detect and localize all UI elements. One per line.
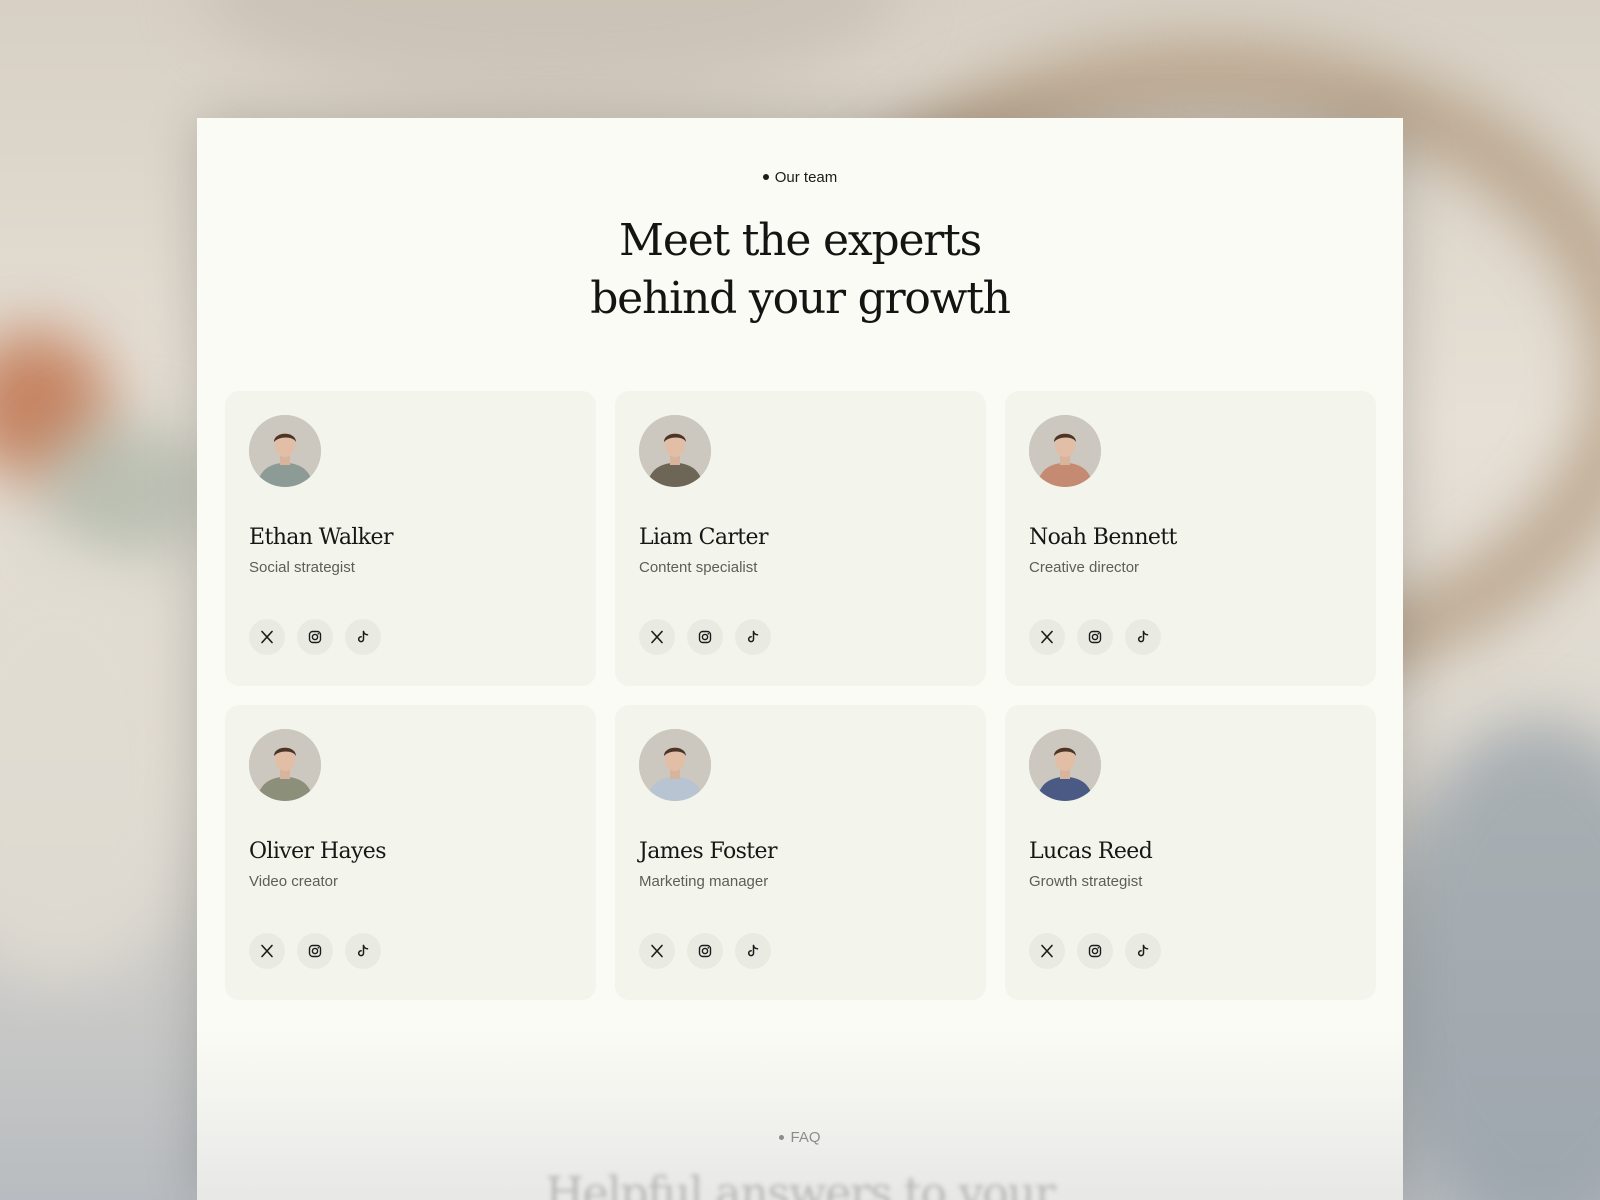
x-link-button[interactable] xyxy=(639,933,675,969)
avatar xyxy=(639,729,711,801)
faq-eyebrow-label: FAQ xyxy=(790,1129,821,1146)
member-role: Growth strategist xyxy=(1029,873,1143,890)
social-links xyxy=(1029,933,1161,969)
member-role: Marketing manager xyxy=(639,873,769,890)
avatar xyxy=(639,415,711,487)
tiktok-icon xyxy=(355,629,371,645)
team-card: Noah Bennett Creative director xyxy=(1005,391,1376,686)
member-name: James Foster xyxy=(639,839,777,864)
bullet-dot xyxy=(762,174,769,181)
team-card: James Foster Marketing manager xyxy=(615,705,986,1000)
x-icon xyxy=(649,943,665,959)
instagram-icon xyxy=(307,629,323,645)
member-name: Lucas Reed xyxy=(1029,839,1153,864)
tiktok-link-button[interactable] xyxy=(735,933,771,969)
x-link-button[interactable] xyxy=(249,933,285,969)
team-card: Liam Carter Content specialist xyxy=(615,391,986,686)
x-icon xyxy=(649,629,665,645)
team-grid: Ethan Walker Social strategist Liam Cart… xyxy=(225,391,1376,1000)
instagram-icon xyxy=(1087,943,1103,959)
instagram-icon xyxy=(1087,629,1103,645)
faq-heading: Helpful answers to your xyxy=(545,1168,1055,1200)
x-link-button[interactable] xyxy=(249,619,285,655)
instagram-link-button[interactable] xyxy=(1077,933,1113,969)
x-link-button[interactable] xyxy=(1029,619,1065,655)
team-card: Ethan Walker Social strategist xyxy=(225,391,596,686)
tiktok-icon xyxy=(745,629,761,645)
tiktok-icon xyxy=(1135,943,1151,959)
instagram-icon xyxy=(697,629,713,645)
x-icon xyxy=(1039,943,1055,959)
tiktok-link-button[interactable] xyxy=(345,619,381,655)
social-links xyxy=(639,933,771,969)
avatar xyxy=(1029,415,1101,487)
bullet-dot xyxy=(779,1134,785,1140)
section-eyebrow: Our team xyxy=(197,169,1403,186)
x-icon xyxy=(1039,629,1055,645)
tiktok-link-button[interactable] xyxy=(1125,933,1161,969)
member-role: Social strategist xyxy=(249,559,355,576)
team-section: Our team Meet the experts behind your gr… xyxy=(197,118,1403,1200)
faq-eyebrow: FAQ xyxy=(197,1129,1403,1146)
avatar xyxy=(249,729,321,801)
social-links xyxy=(249,619,381,655)
tiktok-icon xyxy=(355,943,371,959)
instagram-icon xyxy=(307,943,323,959)
instagram-icon xyxy=(697,943,713,959)
social-links xyxy=(639,619,771,655)
team-card: Oliver Hayes Video creator xyxy=(225,705,596,1000)
instagram-link-button[interactable] xyxy=(1077,619,1113,655)
eyebrow-label: Our team xyxy=(774,169,838,186)
tiktok-icon xyxy=(1135,629,1151,645)
headline-line-1: Meet the experts xyxy=(619,215,982,266)
tiktok-link-button[interactable] xyxy=(735,619,771,655)
social-links xyxy=(249,933,381,969)
instagram-link-button[interactable] xyxy=(687,933,723,969)
x-link-button[interactable] xyxy=(639,619,675,655)
social-links xyxy=(1029,619,1161,655)
team-card: Lucas Reed Growth strategist xyxy=(1005,705,1376,1000)
section-headline: Meet the experts behind your growth xyxy=(197,212,1403,328)
member-role: Video creator xyxy=(249,873,338,890)
avatar xyxy=(1029,729,1101,801)
tiktok-icon xyxy=(745,943,761,959)
tiktok-link-button[interactable] xyxy=(345,933,381,969)
tiktok-link-button[interactable] xyxy=(1125,619,1161,655)
instagram-link-button[interactable] xyxy=(687,619,723,655)
member-name: Noah Bennett xyxy=(1029,525,1177,550)
headline-line-2: behind your growth xyxy=(590,273,1011,324)
x-link-button[interactable] xyxy=(1029,933,1065,969)
avatar xyxy=(249,415,321,487)
member-name: Ethan Walker xyxy=(249,525,393,550)
instagram-link-button[interactable] xyxy=(297,619,333,655)
x-icon xyxy=(259,943,275,959)
member-name: Liam Carter xyxy=(639,525,768,550)
member-name: Oliver Hayes xyxy=(249,839,387,864)
instagram-link-button[interactable] xyxy=(297,933,333,969)
member-role: Content specialist xyxy=(639,559,758,576)
member-role: Creative director xyxy=(1029,559,1140,576)
x-icon xyxy=(259,629,275,645)
